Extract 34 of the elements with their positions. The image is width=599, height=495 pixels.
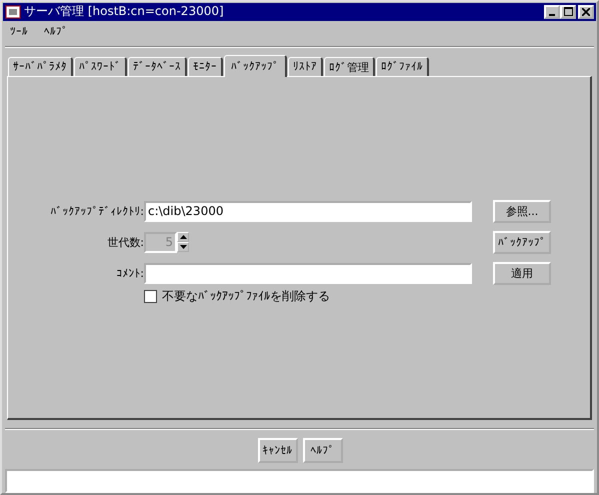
checkbox[interactable]: [144, 290, 157, 303]
tab[interactable]: ﾛｸﾞﾌｧｲﾙ: [376, 56, 429, 76]
minimize-button[interactable]: [544, 4, 560, 19]
field-label: ｺﾒﾝﾄ:: [115, 266, 144, 280]
tab[interactable]: ﾊﾞｯｸｱｯﾌﾟ: [224, 54, 287, 77]
menu-item[interactable]: ﾍﾙﾌﾟ: [44, 24, 68, 39]
browse-button[interactable]: 参照...: [493, 200, 551, 223]
minimize-icon: [549, 14, 555, 16]
tab[interactable]: ﾊﾟｽﾜｰﾄﾞ: [74, 56, 127, 76]
dialog-button[interactable]: ﾍﾙﾌﾟ: [302, 438, 342, 464]
maximize-icon: [564, 7, 572, 16]
apply-button[interactable]: 適用: [493, 262, 551, 285]
window-title: サーバ管理 [hostB:cn=con-23000]: [24, 3, 225, 20]
dialog-button[interactable]: ｷｬﾝｾﾙ: [258, 438, 298, 464]
maximize-button[interactable]: [560, 4, 576, 19]
down-arrow-icon: [180, 245, 186, 250]
checkbox-label[interactable]: 不要なﾊﾞｯｸｱｯﾌﾟﾌｧｲﾙを削除する: [162, 288, 330, 305]
field-label: ﾊﾞｯｸｱｯﾌﾟﾃﾞｨﾚｸﾄﾘ:: [49, 204, 144, 218]
tab[interactable]: ﾘｽﾄｱ: [288, 56, 323, 76]
spin-up-button[interactable]: [177, 232, 189, 242]
tab[interactable]: ﾃﾞｰﾀﾍﾞｰｽ: [128, 56, 187, 76]
tab[interactable]: ﾓﾆﾀｰ: [188, 56, 223, 76]
up-arrow-icon: [180, 235, 186, 240]
spin-down-button[interactable]: [177, 242, 189, 252]
directory-field[interactable]: c:\dib\23000: [144, 200, 472, 222]
backup-button[interactable]: ﾊﾞｯｸｱｯﾌﾟ: [493, 230, 551, 254]
comment-field[interactable]: [144, 262, 472, 284]
close-button[interactable]: [578, 4, 594, 19]
tab[interactable]: ｻｰﾊﾞﾊﾟﾗﾒﾀ: [8, 56, 73, 76]
field-label: 世代数:: [106, 234, 144, 250]
close-icon: [582, 8, 590, 16]
menu-item[interactable]: ﾂｰﾙ: [10, 24, 28, 39]
tab[interactable]: ﾛｸﾞ管理: [324, 56, 375, 76]
app-icon: [5, 4, 21, 20]
